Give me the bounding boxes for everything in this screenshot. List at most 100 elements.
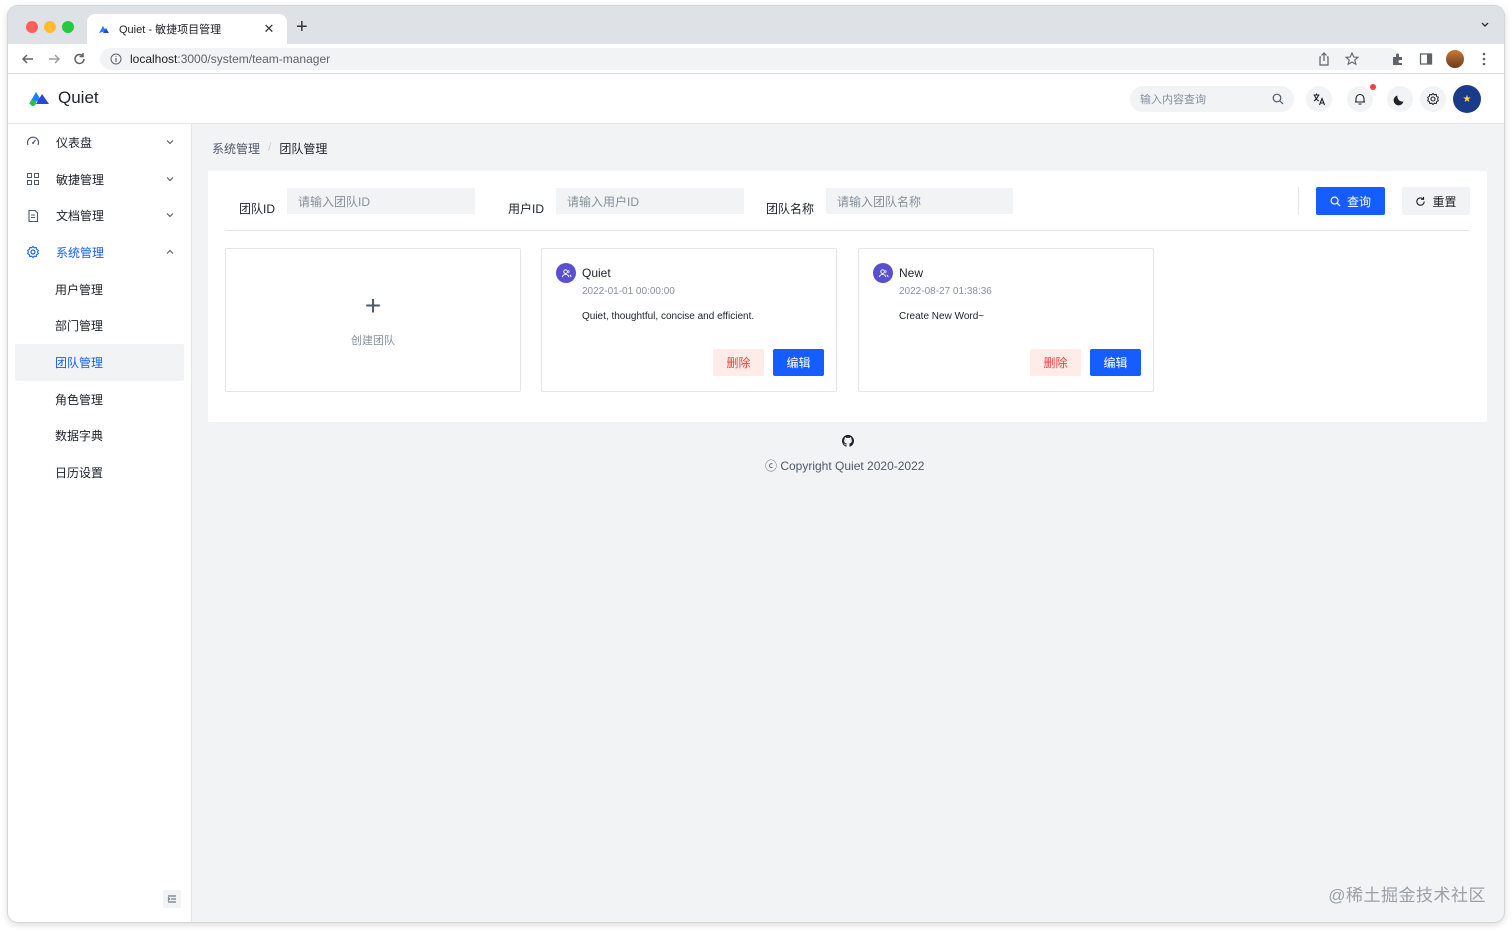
search-placeholder: 输入内容查询 (1140, 94, 1206, 106)
breadcrumb: 系统管理 / 团队管理 (212, 140, 327, 157)
app-logo[interactable]: Quiet (28, 88, 99, 108)
create-team-label: 创建团队 (351, 335, 395, 347)
watermark: @稀土掘金技术社区 (1328, 886, 1486, 905)
team-id-input[interactable]: 请输入团队ID (287, 188, 475, 214)
bookmark-star-icon[interactable] (1344, 51, 1360, 67)
refresh-icon (1416, 196, 1426, 206)
team-created-date: 2022-08-27 01:38:36 (899, 286, 992, 297)
team-name: New (899, 266, 924, 280)
query-button[interactable]: 查询 (1316, 187, 1385, 215)
settings-button[interactable] (1420, 86, 1446, 112)
sidebar-item-label: 系统管理 (56, 245, 105, 260)
sidebar-item-label: 文档管理 (56, 209, 105, 224)
delete-team-button[interactable]: 删除 (713, 349, 764, 376)
search-icon (1330, 196, 1341, 207)
sidebar-item-dashboard[interactable]: 仪表盘 (8, 124, 191, 161)
user-id-label: 用户ID (508, 202, 545, 216)
user-avatar[interactable]: ★ (1453, 85, 1481, 113)
sidebar: 仪表盘 敏捷管理 文档管理 系统管理 用户管理 部门管理 团队管理 角色管理 数… (8, 124, 192, 922)
tab-search-chevron-icon[interactable] (1480, 20, 1490, 30)
team-description: Create New Word~ (899, 311, 985, 322)
browser-tab[interactable]: Quiet - 敏捷项目管理 ✕ (87, 14, 287, 44)
more-menu-icon[interactable] (1476, 51, 1492, 67)
minimize-window-button[interactable] (44, 21, 56, 33)
browser-window: Quiet - 敏捷项目管理 ✕ + localhost:3000/system… (8, 6, 1504, 922)
browser-toolbar: localhost:3000/system/team-manager (8, 44, 1504, 74)
forward-icon[interactable] (42, 51, 66, 67)
notifications-button[interactable] (1347, 86, 1373, 112)
team-name-placeholder: 请输入团队名称 (837, 194, 922, 209)
sidebar-subitem-users[interactable]: 用户管理 (8, 271, 191, 308)
file-icon (26, 209, 40, 223)
chevron-up-icon (166, 249, 174, 254)
sidebar-subitem-teams[interactable]: 团队管理 (15, 344, 184, 381)
query-button-label: 查询 (1346, 194, 1371, 209)
sidebar-subitem-departments[interactable]: 部门管理 (8, 307, 191, 344)
profile-avatar[interactable] (1446, 50, 1464, 68)
team-name-label: 团队名称 (766, 202, 815, 216)
breadcrumb-parent[interactable]: 系统管理 (212, 140, 260, 157)
sidebar-subitem-calendar[interactable]: 日历设置 (8, 454, 191, 491)
side-panel-icon[interactable] (1418, 51, 1434, 67)
close-window-button[interactable] (26, 21, 38, 33)
back-icon[interactable] (16, 51, 40, 67)
team-name-input[interactable]: 请输入团队名称 (826, 188, 1013, 214)
team-avatar-icon (556, 263, 576, 283)
close-tab-icon[interactable]: ✕ (261, 21, 277, 37)
delete-team-button[interactable]: 删除 (1030, 349, 1081, 376)
breadcrumb-separator: / (268, 140, 272, 154)
favicon-icon (99, 26, 109, 33)
chevron-down-icon (166, 213, 174, 218)
tab-title: Quiet - 敏捷项目管理 (119, 24, 222, 36)
tab-strip: Quiet - 敏捷项目管理 ✕ + (8, 6, 1504, 44)
reload-icon[interactable] (68, 51, 92, 67)
settings-icon (26, 245, 40, 259)
github-icon[interactable] (841, 434, 855, 448)
sidebar-subitem-roles[interactable]: 角色管理 (8, 381, 191, 418)
edit-team-button[interactable]: 编辑 (773, 349, 824, 376)
new-tab-button[interactable]: + (296, 17, 308, 37)
team-description: Quiet, thoughtful, concise and efficient… (582, 311, 755, 322)
theme-toggle-button[interactable] (1387, 86, 1413, 112)
extensions-icon[interactable] (1390, 51, 1406, 67)
app-name: Quiet (58, 88, 99, 107)
sidebar-item-documents[interactable]: 文档管理 (8, 197, 191, 234)
sidebar-item-label: 仪表盘 (56, 135, 93, 150)
team-card: Quiet 2022-01-01 00:00:00 Quiet, thought… (541, 248, 837, 392)
team-card: New 2022-08-27 01:38:36 Create New Word~… (858, 248, 1154, 392)
url-path: :3000/system/team-manager (177, 52, 331, 66)
app-header: Quiet 输入内容查询 ★ (8, 74, 1504, 124)
address-bar[interactable]: localhost:3000/system/team-manager (100, 48, 1400, 70)
breadcrumb-current: 团队管理 (279, 142, 328, 156)
search-icon[interactable] (1272, 93, 1284, 105)
maximize-window-button[interactable] (62, 21, 74, 33)
reset-button-label: 重置 (1432, 194, 1457, 209)
filter-divider (1298, 187, 1299, 215)
translate-icon (1313, 93, 1326, 106)
moon-icon (1393, 95, 1404, 106)
gear-icon (1427, 92, 1439, 106)
user-id-input[interactable]: 请输入用户ID (556, 188, 744, 214)
language-button[interactable] (1306, 86, 1332, 112)
team-id-label: 团队ID (239, 202, 276, 216)
collapse-sidebar-button[interactable] (163, 890, 181, 908)
team-avatar-icon (873, 263, 893, 283)
plus-icon: + (364, 290, 382, 321)
menu-fold-icon (167, 895, 176, 903)
team-id-placeholder: 请输入团队ID (298, 194, 371, 209)
edit-team-button[interactable]: 编辑 (1090, 349, 1141, 376)
reset-button[interactable]: 重置 (1402, 187, 1470, 215)
team-name: Quiet (582, 266, 611, 280)
sidebar-subitem-dictionary[interactable]: 数据字典 (8, 418, 191, 455)
bell-icon (1355, 93, 1365, 105)
panel-divider (225, 230, 1469, 231)
team-created-date: 2022-01-01 00:00:00 (582, 286, 675, 297)
chevron-down-icon (166, 140, 174, 145)
copyright: ⓒ Copyright Quiet 2020-2022 (765, 459, 925, 473)
sidebar-item-system[interactable]: 系统管理 (8, 234, 191, 271)
sidebar-item-agile[interactable]: 敏捷管理 (8, 161, 191, 198)
create-team-card[interactable]: + 创建团队 (225, 248, 521, 392)
share-icon[interactable] (1316, 51, 1332, 67)
global-search-input[interactable]: 输入内容查询 (1130, 86, 1294, 112)
info-icon[interactable] (110, 53, 122, 65)
